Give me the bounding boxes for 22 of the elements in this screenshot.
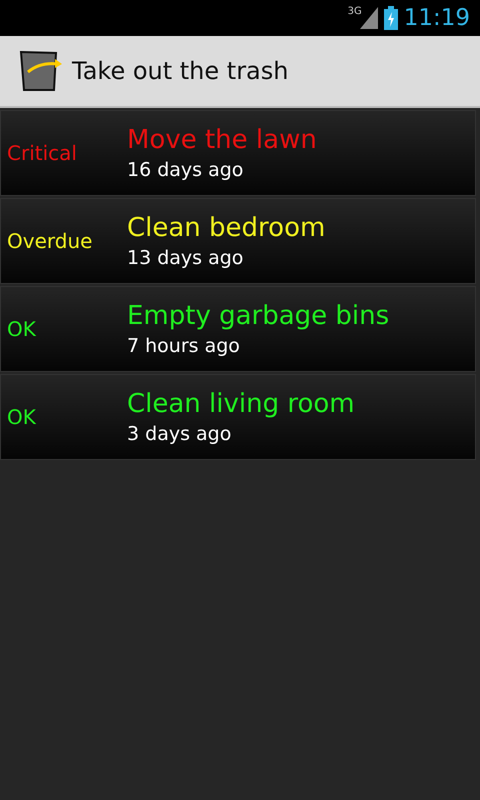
- task-name: Clean living room: [127, 389, 355, 419]
- task-status: OK: [6, 317, 37, 341]
- task-name: Clean bedroom: [127, 213, 326, 243]
- network-type: 3G: [348, 6, 362, 17]
- task-status: OK: [6, 405, 37, 429]
- task-age: 3 days ago: [127, 423, 232, 445]
- signal-icon: [360, 7, 378, 29]
- clock: 11:19: [404, 5, 470, 31]
- trash-can-icon: [18, 50, 64, 92]
- battery-icon: [384, 6, 398, 30]
- task-age: 13 days ago: [127, 247, 244, 269]
- task-row[interactable]: Critical Move the lawn 16 days ago: [0, 110, 476, 196]
- task-age: 16 days ago: [127, 159, 244, 181]
- task-row[interactable]: Overdue Clean bedroom 13 days ago: [0, 198, 476, 284]
- task-row[interactable]: OK Empty garbage bins 7 hours ago: [0, 286, 476, 372]
- task-name: Move the lawn: [127, 125, 317, 155]
- task-row[interactable]: OK Clean living room 3 days ago: [0, 374, 476, 460]
- task-name: Empty garbage bins: [127, 301, 390, 331]
- task-age: 7 hours ago: [127, 335, 241, 357]
- task-status: Critical: [6, 141, 78, 165]
- task-status: Overdue: [6, 229, 94, 253]
- app-title: Take out the trash: [72, 57, 288, 85]
